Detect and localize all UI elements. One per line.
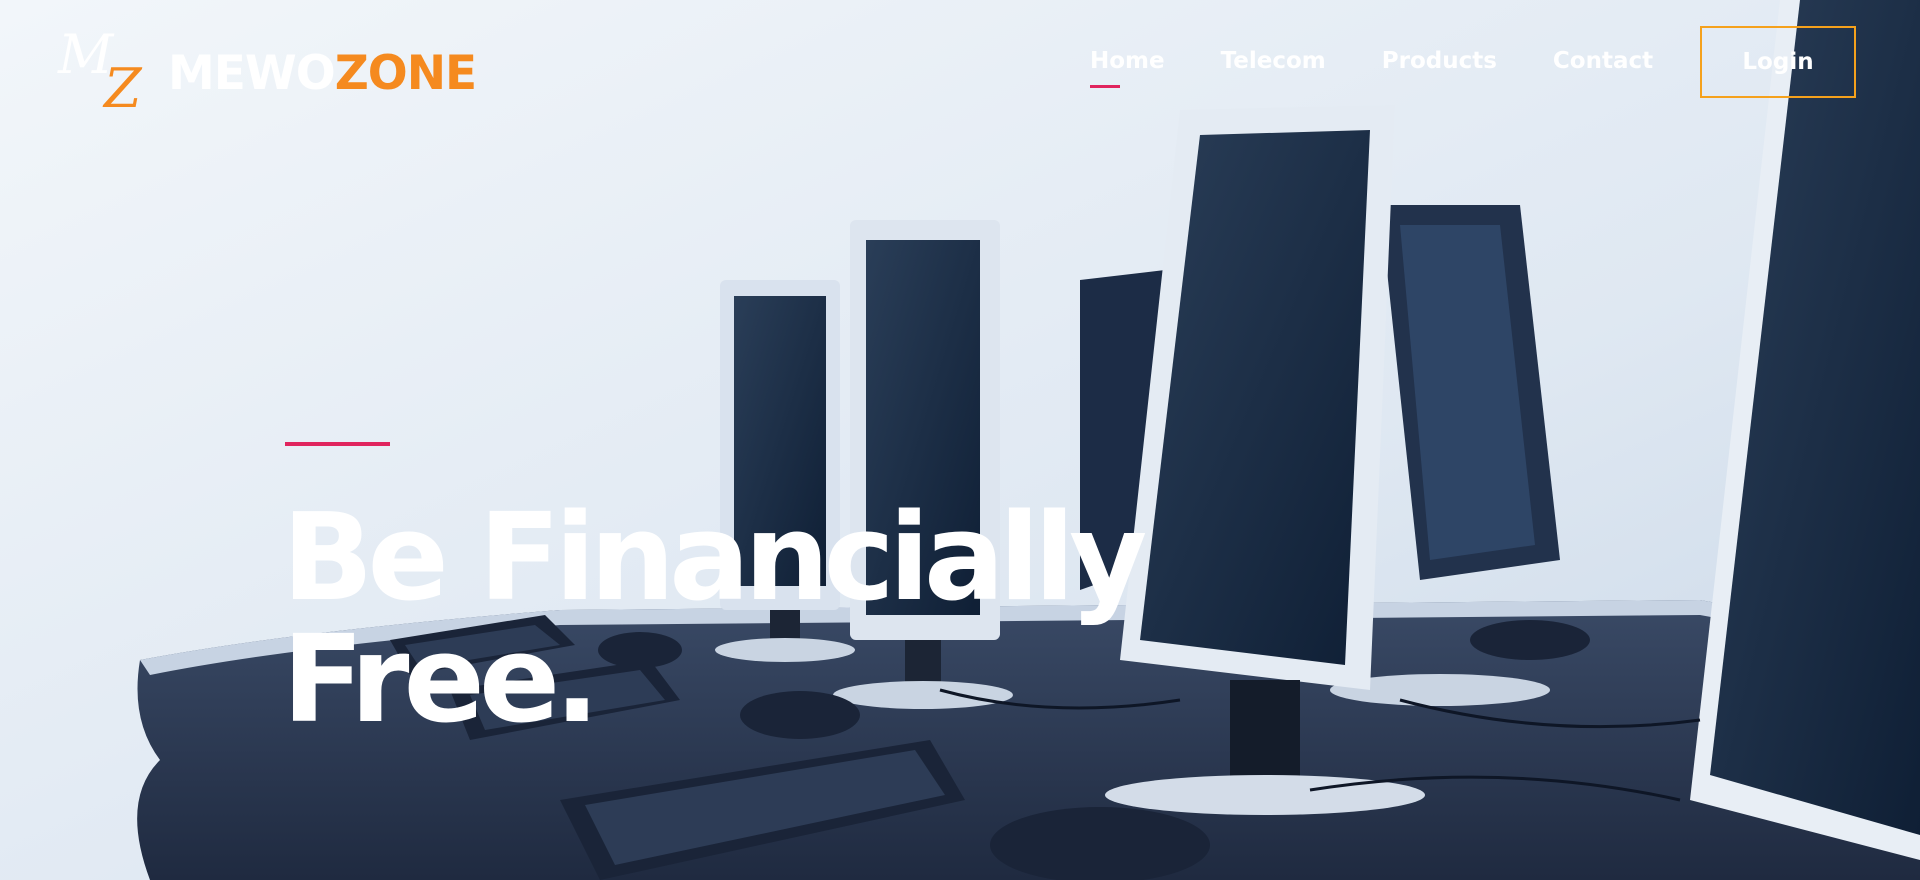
hero-title: Be Financially Free. <box>282 489 1147 750</box>
main-nav: Home Telecom Products Contact <box>1090 48 1653 88</box>
nav-item-products[interactable]: Products <box>1382 48 1497 74</box>
logo-monogram-z: Z <box>104 57 142 120</box>
logo-monogram: M Z <box>58 28 154 118</box>
nav-item-telecom[interactable]: Telecom <box>1221 48 1326 74</box>
brand-logo[interactable]: M Z MEWOZONE <box>58 28 477 118</box>
hero-title-line1: Be Financially <box>282 489 1147 628</box>
nav-item-contact[interactable]: Contact <box>1553 48 1653 74</box>
login-button[interactable]: Login <box>1700 26 1856 98</box>
hero-accent-line <box>285 442 390 446</box>
hero-title-line2: Free. <box>282 611 600 750</box>
brand-name-part1: MEWO <box>168 45 336 101</box>
brand-name-part2: ZONE <box>334 45 477 101</box>
brand-name: MEWOZONE <box>168 45 477 101</box>
nav-item-home[interactable]: Home <box>1090 48 1165 88</box>
site-header: M Z MEWOZONE Home Telecom Products Conta… <box>0 0 1920 140</box>
